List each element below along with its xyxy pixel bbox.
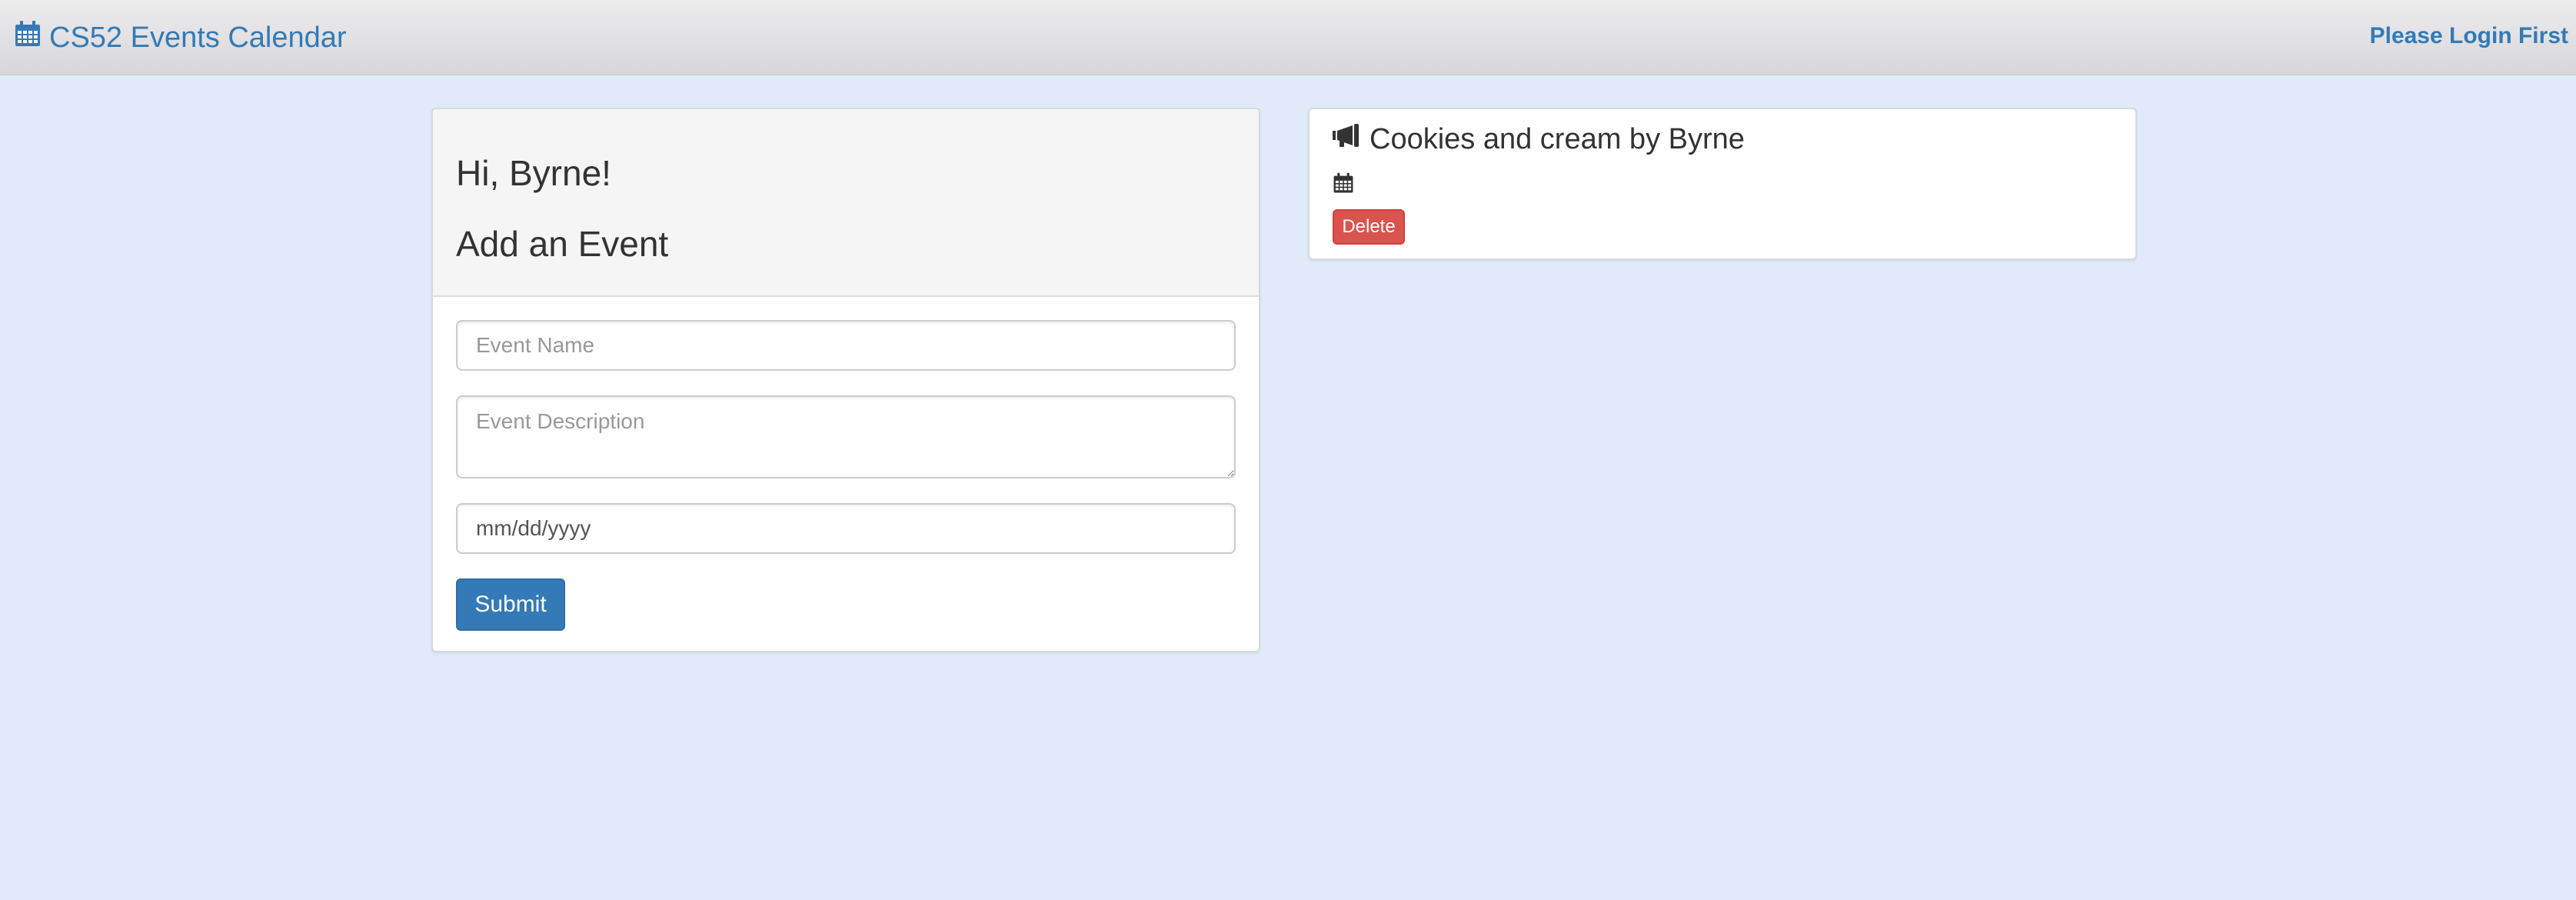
- event-title-row: Cookies and cream by Byrne: [1331, 123, 1745, 156]
- brand-label: CS52 Events Calendar: [49, 21, 347, 54]
- login-link[interactable]: Please Login First: [2370, 23, 2568, 49]
- event-date-input[interactable]: mm/dd/yyyy: [456, 503, 1236, 554]
- event-name-input[interactable]: [456, 320, 1236, 371]
- calendar-icon: [14, 20, 42, 55]
- panel-heading: Hi, Byrne! Add an Event: [433, 109, 1259, 297]
- form-title: Add an Event: [456, 224, 669, 264]
- delete-button[interactable]: Delete: [1333, 209, 1405, 245]
- megaphone-icon: [1331, 123, 1362, 156]
- greeting-heading: Hi, Byrne!: [456, 153, 611, 193]
- event-title: Cookies and cream by Byrne: [1370, 123, 1745, 155]
- add-event-panel: Hi, Byrne! Add an Event mm/dd/yyyy Submi…: [431, 108, 1260, 652]
- navbar: CS52 Events Calendar Please Login First: [0, 0, 2576, 75]
- brand-link[interactable]: CS52 Events Calendar: [14, 20, 347, 55]
- event-card: Cookies and cream by Byrne Delete: [1308, 108, 2137, 260]
- submit-button[interactable]: Submit: [456, 578, 565, 631]
- calendar-icon: [1333, 172, 1354, 198]
- event-description-input[interactable]: [456, 395, 1236, 478]
